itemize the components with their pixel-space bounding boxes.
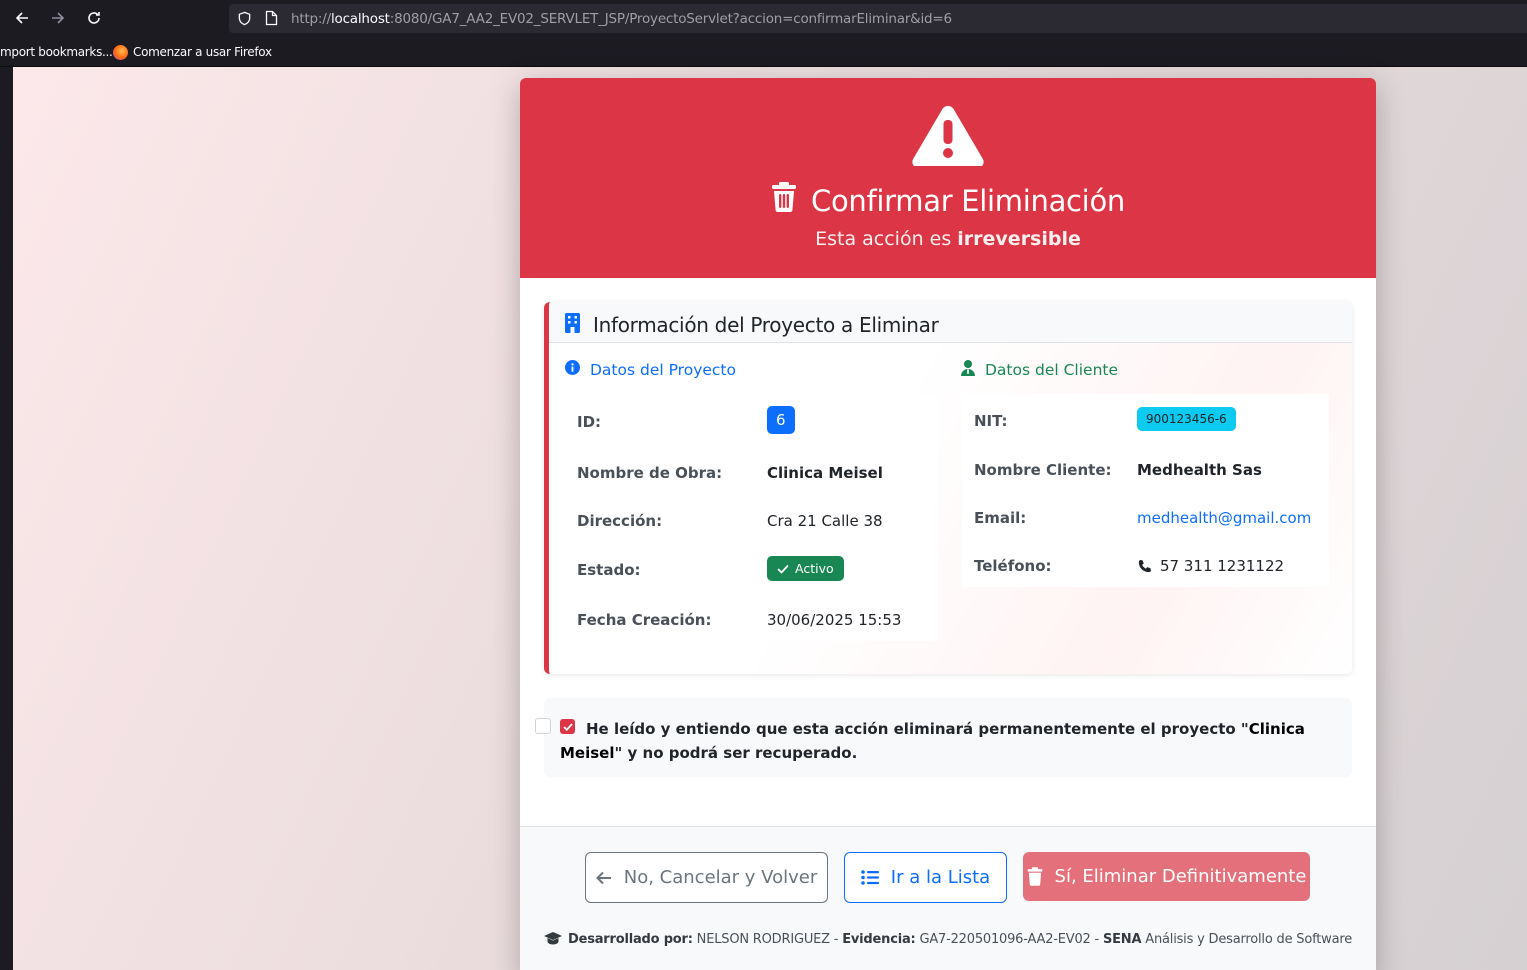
bookmark-firefox[interactable]: Comenzar a usar Firefox xyxy=(133,45,272,59)
go-to-list-button[interactable]: Ir a la Lista xyxy=(844,852,1007,903)
status-badge: Activo xyxy=(767,556,844,581)
client-section-title: Datos del Cliente xyxy=(961,360,1118,380)
page-title: Confirmar Eliminación xyxy=(520,182,1376,219)
confirmation-label[interactable]: He leído y entiendo que esta acción elim… xyxy=(560,717,1340,765)
list-icon xyxy=(860,870,879,885)
check-icon xyxy=(777,564,789,574)
confirm-checkbox[interactable] xyxy=(535,718,551,734)
confirm-card: Confirmar Eliminación Esta acción es irr… xyxy=(520,78,1376,970)
user-tie-icon xyxy=(961,360,975,380)
card-footer: No, Cancelar y Volver Ir a la Lista Sí, … xyxy=(520,826,1376,970)
project-info-card: Información del Proyecto a Eliminar Dato… xyxy=(544,302,1352,674)
firefox-icon xyxy=(113,45,128,60)
address-bar[interactable]: http://localhost:8080/GA7_AA2_EV02_SERVL… xyxy=(229,4,1527,33)
trash-icon xyxy=(771,182,797,219)
trash-icon xyxy=(1027,867,1042,886)
project-details: ID: 6 Nombre de Obra: Clinica Meisel Dir… xyxy=(565,394,938,641)
project-address-value: Cra 21 Calle 38 xyxy=(767,512,883,530)
danger-header: Confirmar Eliminación Esta acción es irr… xyxy=(520,78,1376,278)
back-arrow-icon[interactable] xyxy=(11,7,33,29)
url-text[interactable]: http://localhost:8080/GA7_AA2_EV02_SERVL… xyxy=(291,11,952,27)
info-card-title: Información del Proyecto a Eliminar xyxy=(593,313,939,337)
cancel-button[interactable]: No, Cancelar y Volver xyxy=(585,852,828,903)
confirmation-box: He leído y entiendo que esta acción elim… xyxy=(535,698,1352,777)
info-card-header: Información del Proyecto a Eliminar xyxy=(549,302,1352,343)
graduation-cap-icon xyxy=(543,932,562,949)
client-details: NIT: 900123456-6 Nombre Cliente: Medheal… xyxy=(962,394,1329,587)
info-circle-icon xyxy=(565,360,580,379)
warning-triangle-icon xyxy=(911,102,985,171)
project-date-value: 30/06/2025 15:53 xyxy=(767,611,902,629)
phone-icon xyxy=(1138,559,1151,572)
arrow-left-icon xyxy=(595,871,611,884)
bookmarks-bar: mport bookmarks... Comenzar a usar Firef… xyxy=(0,36,1527,67)
reload-icon[interactable] xyxy=(83,7,105,29)
project-name-value: Clinica Meisel xyxy=(767,464,883,482)
shield-icon[interactable] xyxy=(237,11,252,31)
id-badge: 6 xyxy=(767,406,795,434)
page-subtitle: Esta acción es irreversible xyxy=(815,228,1081,250)
delete-button[interactable]: Sí, Eliminar Definitivamente xyxy=(1023,852,1310,901)
footer-credits: Desarrollado por: NELSON RODRIGUEZ - Evi… xyxy=(520,932,1376,949)
page-background: Confirmar Eliminación Esta acción es irr… xyxy=(13,67,1527,970)
browser-toolbar: http://localhost:8080/GA7_AA2_EV02_SERVL… xyxy=(0,0,1527,36)
client-email-link[interactable]: medhealth@gmail.com xyxy=(1137,509,1311,527)
client-name-value: Medhealth Sas xyxy=(1137,461,1262,479)
building-icon xyxy=(565,313,580,338)
project-section-title: Datos del Proyecto xyxy=(565,360,736,379)
page-icon xyxy=(265,10,278,31)
bookmark-import[interactable]: mport bookmarks... xyxy=(0,45,113,59)
client-phone-value: 57 311 1231122 xyxy=(1137,557,1284,575)
nit-badge: 900123456-6 xyxy=(1137,407,1236,431)
forward-arrow-icon[interactable] xyxy=(47,7,69,29)
